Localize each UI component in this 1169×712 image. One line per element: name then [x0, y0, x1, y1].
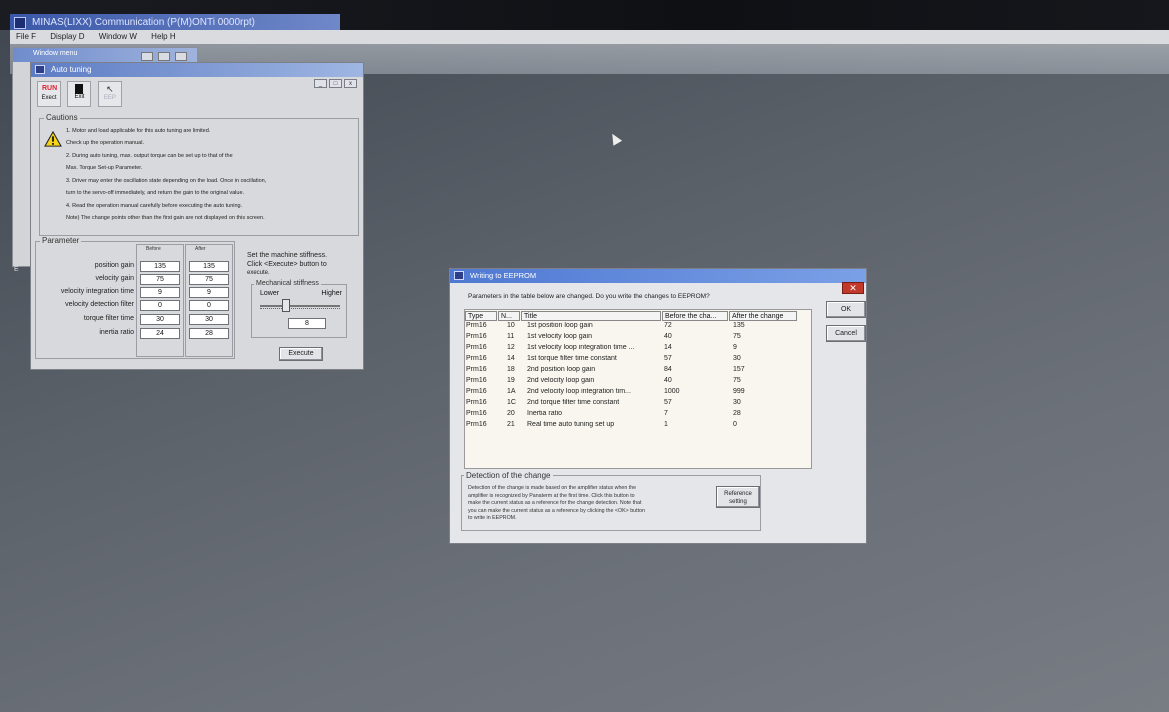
param-after-value: 30 [189, 314, 229, 325]
higher-label: Higher [321, 290, 342, 297]
window-controls: _ □ x [312, 72, 357, 90]
cautions-group: Cautions 1. Motor and load applicable fo… [39, 113, 359, 236]
dialog-title: Writing to EEPROM [470, 271, 537, 280]
caution-line: 4. Read the operation manual carefully b… [66, 203, 243, 209]
table-row[interactable]: Prm16 21 Real time auto tuning set up 1 0 [465, 421, 813, 432]
app-logo-icon [14, 17, 26, 29]
close-icon[interactable]: x [344, 79, 357, 88]
param-before-value: 24 [140, 328, 180, 339]
table-row[interactable]: Prm16 11 1st velocity loop gain 40 75 [465, 333, 813, 344]
param-label: position gain [94, 262, 134, 269]
reference-setting-button[interactable]: Reference setting [716, 486, 760, 508]
stiffness-slider-thumb[interactable] [282, 299, 290, 312]
stiffness-value: 8 [288, 318, 326, 329]
param-before-value: 135 [140, 261, 180, 272]
param-after-value: 0 [189, 300, 229, 311]
window-app-icon [35, 65, 45, 74]
detection-description: Detection of the change is made based on… [468, 485, 645, 521]
param-after-value: 135 [189, 261, 229, 272]
minimize-icon[interactable] [141, 52, 153, 61]
table-row[interactable]: Prm16 12 1st velocity loop integration tim… [465, 344, 813, 355]
parameter-group: Parameter Before After position gain 135… [35, 236, 235, 359]
parameter-title: Parameter [40, 236, 82, 245]
execute-tool-button[interactable]: RUN Exect [37, 81, 61, 107]
minimize-icon[interactable]: _ [314, 79, 327, 88]
close-icon[interactable]: ✕ [842, 282, 864, 294]
window-app-icon [454, 271, 464, 280]
caution-line: turn to the servo-off immediately, and r… [66, 190, 245, 196]
window-title: Auto tuning [51, 65, 92, 74]
caution-line: Note) The change points other than the f… [66, 215, 265, 221]
slider-ticks [260, 308, 340, 312]
maximize-icon[interactable]: □ [329, 79, 342, 88]
writing-to-eeprom-dialog: Writing to EEPROM ✕ Parameters in the ta… [449, 268, 867, 544]
param-after-value: 28 [189, 328, 229, 339]
lower-label: Lower [260, 290, 280, 297]
caution-line: Max. Torque Set-up Parameter. [66, 165, 143, 171]
param-before-value: 30 [140, 314, 180, 325]
auto-tuning-window: Auto tuning _ □ x RUN Exect Exit ↖ EEP Cau… [30, 62, 364, 370]
menu-display[interactable]: Display D [50, 32, 84, 41]
caution-line: 3. Driver may enter the oscillation stat… [66, 178, 267, 184]
menu-file[interactable]: File F [16, 32, 36, 41]
caution-line: 2. During auto tuning, max. output torqu… [66, 153, 233, 159]
param-after-value: 75 [189, 274, 229, 285]
after-header: After [195, 246, 206, 252]
col-header-type[interactable]: Type [465, 311, 497, 321]
mech-stiffness-title: Mechanical stiffness [254, 280, 321, 287]
param-after-value: 9 [189, 287, 229, 298]
caution-line: Check up the operation manual. [66, 140, 144, 146]
exit-icon [75, 84, 84, 94]
col-header-before[interactable]: Before the cha... [662, 311, 728, 321]
warning-icon [44, 131, 62, 147]
table-row[interactable]: Prm16 1A 2nd velocity loop integration tim… [465, 388, 813, 399]
changes-table: Type N... Title Before the cha... After … [464, 309, 812, 469]
detection-title: Detection of the change [464, 471, 553, 480]
eeprom-titlebar: Writing to EEPROM [450, 269, 866, 283]
param-before-value: 75 [140, 274, 180, 285]
col-header-title[interactable]: Title [521, 311, 661, 321]
param-label: inertia ratio [99, 329, 134, 336]
maximize-icon[interactable] [158, 52, 170, 61]
param-label: velocity integration time [60, 288, 134, 295]
table-row[interactable]: Prm16 1C 2nd torque filter time constant 57… [465, 399, 813, 410]
caution-line: 1. Motor and load applicable for this au… [66, 128, 211, 134]
table-row[interactable]: Prm16 10 1st position loop gain 72 135 [465, 322, 813, 333]
arrow-cursor-icon: ↖ [106, 84, 114, 94]
stiffness-instructions: Set the machine stiffness. Click <Execut… [247, 252, 328, 276]
menu-help[interactable]: Help H [151, 32, 175, 41]
before-header: Before [146, 246, 161, 252]
mechanical-stiffness-group: Mechanical stiffness Lower Higher 8 [251, 280, 347, 338]
mouse-cursor-icon [607, 131, 623, 146]
stiffness-slider-track[interactable] [260, 305, 340, 307]
param-before-value: 9 [140, 287, 180, 298]
table-row[interactable]: Prm16 14 1st torque filter time constant 57… [465, 355, 813, 366]
param-label: velocity detection filter [65, 301, 134, 308]
menu-bar: File F Display D Window W Help H [10, 30, 1169, 44]
execute-button[interactable]: Execute [279, 347, 323, 361]
exit-tool-button[interactable]: Exit [67, 81, 92, 107]
param-label: velocity gain [95, 275, 134, 282]
run-icon: RUN [42, 85, 58, 92]
col-header-no[interactable]: N... [498, 311, 520, 321]
menu-window[interactable]: Window W [99, 32, 137, 41]
table-row[interactable]: Prm16 19 2nd velocity loop gain 40 75 [465, 377, 813, 388]
cautions-title: Cautions [44, 113, 80, 122]
detection-group: Detection of the change Detection of the… [461, 471, 761, 531]
eep-tool-button[interactable]: ↖ EEP [97, 81, 122, 107]
ok-button[interactable]: OK [826, 301, 866, 318]
param-label: torque filter time [83, 315, 134, 322]
close-icon[interactable] [175, 52, 187, 61]
col-header-after[interactable]: After the change [729, 311, 797, 321]
param-before-value: 0 [140, 300, 180, 311]
table-row[interactable]: Prm16 18 2nd position loop gain 84 157 [465, 366, 813, 377]
toolbar: RUN Exect Exit ↖ EEP [37, 81, 124, 108]
table-row[interactable]: Prm16 20 Inertia ratio 7 28 [465, 410, 813, 421]
eeprom-prompt: Parameters in the table below are change… [468, 293, 710, 300]
cancel-button[interactable]: Cancel [826, 325, 866, 342]
app-title: MINAS(LIXX) Communication (P(M)ONTi 0000… [32, 17, 256, 28]
side-label: E [14, 266, 19, 273]
